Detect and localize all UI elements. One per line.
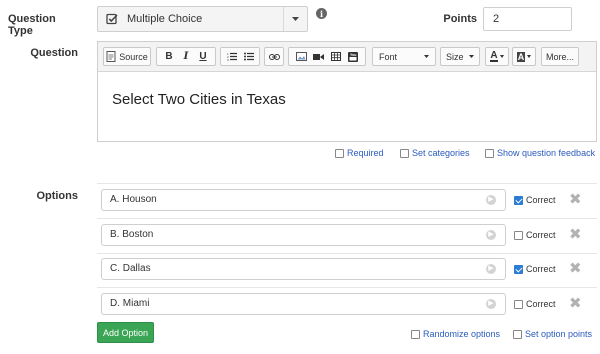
randomize-options-label: Randomize options xyxy=(423,329,501,339)
divider xyxy=(97,218,597,219)
check-square-icon xyxy=(106,12,120,26)
correct-checkbox[interactable]: Correct xyxy=(514,230,556,240)
checkbox-checked-icon xyxy=(514,195,523,205)
svg-text:3: 3 xyxy=(227,58,229,61)
correct-label: Correct xyxy=(526,264,556,274)
link-icon xyxy=(268,53,280,60)
checkbox-icon xyxy=(335,148,344,158)
chevron-right-icon[interactable]: ▶ xyxy=(486,264,496,274)
divider xyxy=(97,287,597,288)
background-color-icon: A xyxy=(516,51,526,62)
underline-button[interactable]: U xyxy=(195,48,212,65)
youtube-icon[interactable]: You xyxy=(344,48,361,65)
option-input[interactable]: D. Miami ▶ xyxy=(101,293,506,315)
remove-option-icon[interactable]: ✖ xyxy=(569,294,582,312)
points-input[interactable]: 2 xyxy=(483,7,572,31)
correct-label: Correct xyxy=(526,230,556,240)
add-option-button[interactable]: Add Option xyxy=(97,322,154,343)
required-checkbox[interactable]: Required xyxy=(335,148,384,158)
source-label: Source xyxy=(119,51,148,62)
required-label: Required xyxy=(347,148,384,158)
document-icon xyxy=(106,51,116,62)
more-button[interactable]: More... xyxy=(541,47,579,66)
option-text: D. Miami xyxy=(110,298,150,309)
correct-label: Correct xyxy=(526,299,556,309)
svg-text:You: You xyxy=(350,53,356,57)
list-group: 123 xyxy=(220,47,260,66)
correct-checkbox[interactable]: Correct xyxy=(514,299,556,309)
checkbox-checked-icon xyxy=(514,264,523,274)
show-feedback-checkbox[interactable]: Show question feedback xyxy=(485,148,595,158)
image-icon[interactable] xyxy=(293,48,310,65)
size-select[interactable]: Size xyxy=(440,47,480,66)
remove-option-icon[interactable]: ✖ xyxy=(569,225,582,243)
font-select-label: Font xyxy=(379,51,398,62)
text-color-button[interactable]: A xyxy=(485,47,509,66)
show-feedback-label: Show question feedback xyxy=(497,148,596,158)
divider xyxy=(97,183,597,184)
bold-button[interactable]: B xyxy=(161,48,178,65)
checkbox-icon xyxy=(400,148,409,158)
remove-option-icon[interactable]: ✖ xyxy=(569,190,582,208)
options-label: Options xyxy=(36,190,78,202)
chevron-down-icon xyxy=(283,7,307,31)
set-categories-checkbox[interactable]: Set categories xyxy=(400,148,470,158)
checkbox-icon xyxy=(514,230,523,240)
video-icon[interactable] xyxy=(310,48,327,65)
checkbox-icon xyxy=(485,148,494,158)
chevron-right-icon[interactable]: ▶ xyxy=(486,230,496,240)
question-type-value: Multiple Choice xyxy=(127,13,203,25)
option-text: B. Boston xyxy=(110,229,154,240)
source-button[interactable]: Source xyxy=(103,47,151,66)
randomize-options-checkbox[interactable]: Randomize options xyxy=(411,329,500,339)
media-group: You xyxy=(288,47,366,66)
option-input[interactable]: B. Boston ▶ xyxy=(101,224,506,246)
set-categories-label: Set categories xyxy=(412,148,470,158)
correct-checkbox[interactable]: Correct xyxy=(514,264,556,274)
text-color-icon: A xyxy=(490,50,498,62)
set-option-points-label: Set option points xyxy=(525,329,593,339)
caret-down-icon xyxy=(424,55,429,58)
correct-checkbox[interactable]: Correct xyxy=(514,195,556,205)
question-text[interactable]: Select Two Cities in Texas xyxy=(112,91,286,108)
chevron-right-icon[interactable]: ▶ xyxy=(486,195,496,205)
question-editor[interactable]: Source B I U 123 You Font Size A A More.… xyxy=(97,41,597,142)
bullet-list-icon[interactable] xyxy=(240,48,257,65)
editor-toolbar: Source B I U 123 You Font Size A A More.… xyxy=(98,42,596,72)
checkbox-icon xyxy=(513,329,522,339)
points-label: Points xyxy=(443,13,477,25)
option-text: C. Dallas xyxy=(110,263,151,274)
background-color-button[interactable]: A xyxy=(512,47,536,66)
remove-option-icon[interactable]: ✖ xyxy=(569,259,582,277)
divider xyxy=(97,253,597,254)
format-group: B I U xyxy=(156,47,216,66)
option-text: A. Houson xyxy=(110,194,157,205)
question-type-label: Question Type xyxy=(8,13,56,37)
set-option-points-checkbox[interactable]: Set option points xyxy=(513,329,592,339)
option-input[interactable]: A. Houson ▶ xyxy=(101,189,506,211)
ordered-list-icon[interactable]: 123 xyxy=(223,48,240,65)
checkbox-icon xyxy=(514,299,523,309)
italic-button[interactable]: I xyxy=(178,48,195,65)
info-icon[interactable]: i xyxy=(316,8,327,19)
size-select-label: Size xyxy=(446,51,464,62)
chevron-right-icon[interactable]: ▶ xyxy=(486,299,496,309)
table-icon[interactable] xyxy=(327,48,344,65)
caret-down-icon xyxy=(469,55,474,58)
question-type-select[interactable]: Multiple Choice xyxy=(97,6,308,32)
option-input[interactable]: C. Dallas ▶ xyxy=(101,258,506,280)
checkbox-icon xyxy=(411,329,420,339)
correct-label: Correct xyxy=(526,195,556,205)
link-button[interactable] xyxy=(264,47,284,66)
more-label: More... xyxy=(545,51,574,62)
font-select[interactable]: Font xyxy=(372,47,436,66)
question-label: Question xyxy=(30,47,78,59)
